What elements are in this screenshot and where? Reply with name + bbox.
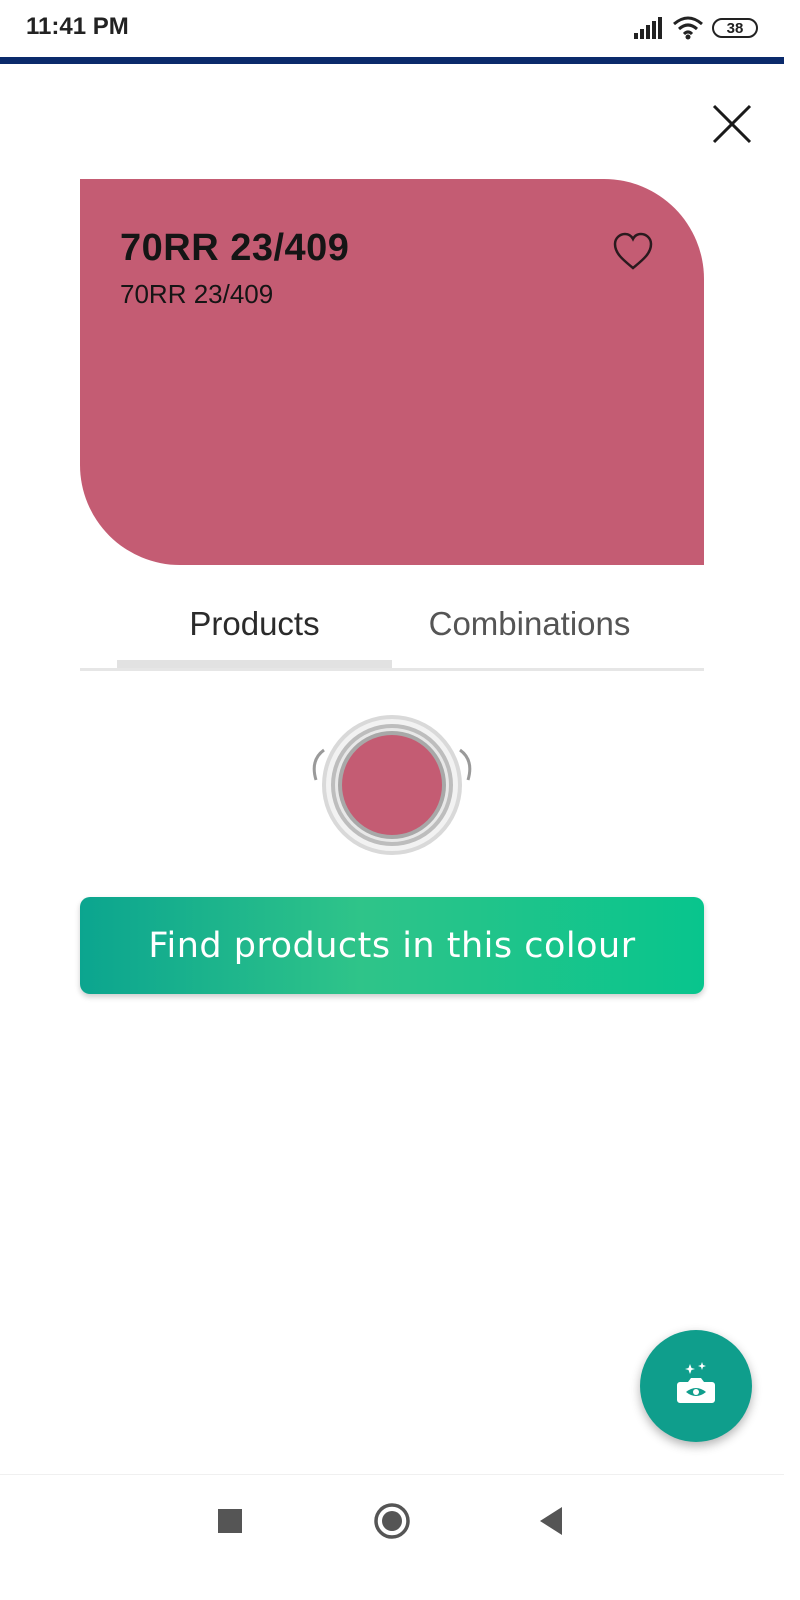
visualize-fab-button[interactable] [640,1330,752,1442]
heart-outline-icon [613,232,653,270]
find-products-button[interactable]: Find products in this colour [80,897,704,994]
close-button[interactable] [706,98,758,150]
back-triangle-icon [540,1507,562,1535]
colour-swatch-card: 70RR 23/409 70RR 23/409 [80,179,704,565]
home-button[interactable] [372,1501,412,1541]
tab-divider [80,668,704,671]
signal-icon [634,17,662,39]
favorite-button[interactable] [612,231,654,271]
tab-products[interactable]: Products [117,594,392,654]
paint-can-image [306,710,478,860]
status-bar: 11:41 PM 38 [0,0,784,56]
colour-name: 70RR 23/409 [120,227,350,269]
home-circle-icon [374,1503,410,1539]
back-button[interactable] [532,1501,572,1541]
camera-visualize-icon [677,1362,715,1403]
battery-icon: 38 [712,18,758,38]
close-icon [712,104,752,144]
system-navigation-bar [0,1474,784,1569]
tab-combinations[interactable]: Combinations [392,594,667,654]
recents-square-icon [218,1509,242,1533]
tab-active-indicator [117,660,392,668]
wifi-icon [673,16,703,40]
header-divider [0,57,784,64]
colour-code: 70RR 23/409 [120,279,274,309]
status-icons: 38 [634,14,758,42]
status-time: 11:41 PM [26,13,129,40]
recents-button[interactable] [210,1501,250,1541]
tab-bar: Products Combinations [80,594,704,674]
